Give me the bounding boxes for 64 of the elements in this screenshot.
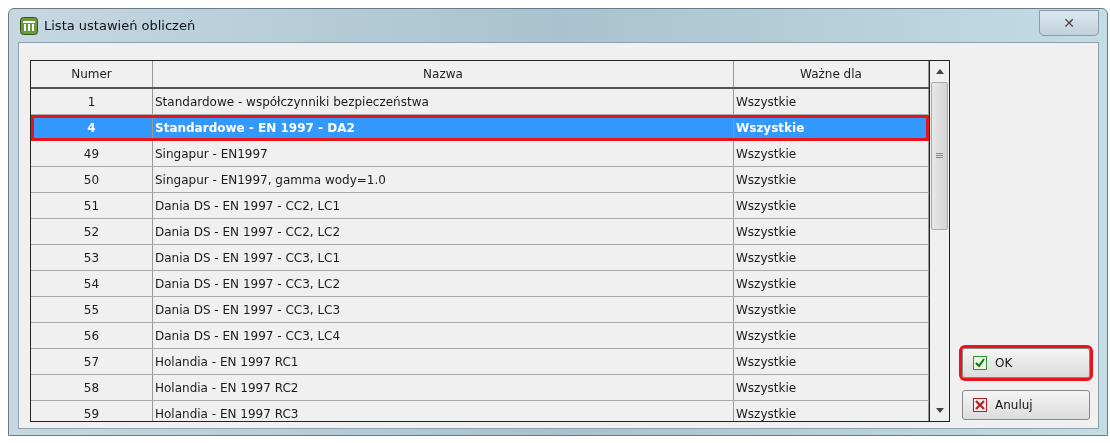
table-row[interactable]: 56 Dania DS - EN 1997 - CC3, LC4 Wszystkie: [31, 323, 929, 349]
window-title: Lista ustawień obliczeń: [44, 18, 197, 33]
table-cell: Wszystkie: [736, 380, 797, 395]
table-cell: Wszystkie: [736, 406, 797, 421]
table-cell: Holandia - EN 1997 RC1: [155, 354, 299, 369]
table-cell: 49: [83, 146, 100, 161]
table-cell: Wszystkie: [736, 354, 797, 369]
scroll-thumb[interactable]: [931, 82, 948, 230]
table-cell: Wszystkie: [736, 328, 797, 343]
table-row[interactable]: 49 Singapur - EN1997 Wszystkie: [31, 141, 929, 167]
table-cell: Wszystkie: [736, 120, 805, 135]
app-icon: [20, 16, 38, 35]
cross-icon: [973, 398, 987, 412]
table-cell: Wszystkie: [736, 250, 797, 265]
table-cell: Wszystkie: [736, 198, 797, 213]
table-cell: 51: [83, 198, 100, 213]
column-header[interactable]: Nazwa: [153, 61, 734, 87]
table-cell: Dania DS - EN 1997 - CC2, LC2: [155, 224, 341, 239]
table-cell: Singapur - EN1997, gamma wody=1.0: [155, 172, 386, 187]
table-cell: 1: [87, 94, 96, 109]
ok-button[interactable]: OK: [962, 348, 1090, 378]
scroll-up-icon[interactable]: [935, 69, 944, 74]
scroll-down-icon[interactable]: [935, 408, 944, 413]
column-header[interactable]: Numer: [31, 61, 153, 87]
table-cell: 55: [83, 302, 100, 317]
table-cell: Standardowe - EN 1997 - DA2: [155, 120, 355, 135]
table-row[interactable]: 58 Holandia - EN 1997 RC2 Wszystkie: [31, 375, 929, 401]
table-row[interactable]: 57 Holandia - EN 1997 RC1 Wszystkie: [31, 349, 929, 375]
table-cell: Holandia - EN 1997 RC2: [155, 380, 299, 395]
table-cell: 58: [83, 380, 100, 395]
check-icon: [973, 356, 987, 370]
table-cell: 54: [83, 276, 100, 291]
table-cell: Wszystkie: [736, 224, 797, 239]
table-row[interactable]: 55 Dania DS - EN 1997 - CC3, LC3 Wszystkie: [31, 297, 929, 323]
table-cell: Holandia - EN 1997 RC3: [155, 406, 299, 421]
table-cell: Wszystkie: [736, 94, 797, 109]
table-cell: 53: [83, 250, 100, 265]
table-row[interactable]: 50 Singapur - EN1997, gamma wody=1.0 Wszystkie: [31, 167, 929, 193]
table-cell: 4: [87, 120, 96, 135]
table-cell: Wszystkie: [736, 172, 797, 187]
table-row[interactable]: 51 Dania DS - EN 1997 - CC2, LC1 Wszystkie: [31, 193, 929, 219]
table-cell: 50: [83, 172, 100, 187]
table-cell: Wszystkie: [736, 276, 797, 291]
table-cell: Dania DS - EN 1997 - CC3, LC3: [155, 302, 341, 317]
table-row[interactable]: 53 Dania DS - EN 1997 - CC3, LC1 Wszystkie: [31, 245, 929, 271]
table-cell: Singapur - EN1997: [155, 146, 268, 161]
table-cell: Dania DS - EN 1997 - CC3, LC1: [155, 250, 341, 265]
cancel-button[interactable]: Anuluj: [962, 390, 1090, 420]
table-row[interactable]: 52 Dania DS - EN 1997 - CC2, LC2 Wszystkie: [31, 219, 929, 245]
table-cell: Dania DS - EN 1997 - CC3, LC2: [155, 276, 341, 291]
table-cell: 52: [83, 224, 100, 239]
table-cell: Dania DS - EN 1997 - CC2, LC1: [155, 198, 341, 213]
close-button[interactable]: ✕: [1039, 10, 1099, 36]
table-row[interactable]: 54 Dania DS - EN 1997 - CC3, LC2 Wszystkie: [31, 271, 929, 297]
table-cell: Wszystkie: [736, 146, 797, 161]
table-cell: Standardowe - współczynniki bezpieczeństwa: [155, 94, 429, 109]
table-row[interactable]: 59 Holandia - EN 1997 RC3 Wszystkie: [31, 401, 929, 421]
table-cell: Wszystkie: [736, 302, 797, 317]
table-cell: 56: [83, 328, 100, 343]
table-cell: 57: [83, 354, 100, 369]
table-cell: 59: [83, 406, 100, 421]
column-header[interactable]: Ważne dla: [734, 61, 929, 87]
table-cell: Dania DS - EN 1997 - CC3, LC4: [155, 328, 341, 343]
scrollbar[interactable]: [929, 61, 949, 421]
